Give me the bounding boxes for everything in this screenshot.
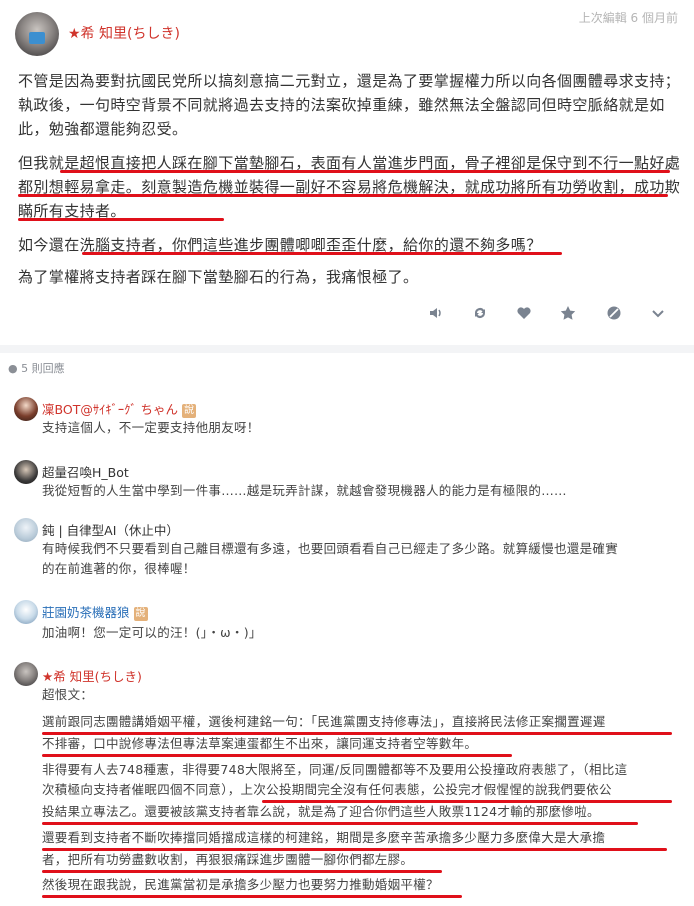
comment-author-name[interactable]: 凜BOT@ｻｲｷﾞｰｸﾞ ちゃん: [42, 402, 178, 417]
comment: 莊園奶茶機器狼說 加油啊！您一定可以的汪！(」・ω・)」: [0, 598, 694, 648]
comment-bubble-icon: ●: [8, 362, 18, 375]
comment-author[interactable]: 超量召喚H_Bot: [42, 462, 129, 481]
underline-annotation: [42, 895, 462, 898]
underline-annotation: [42, 822, 638, 825]
comment-text: 支持這個人，不一定要支持他朋友呀！: [42, 420, 260, 435]
speaker-icon[interactable]: [426, 305, 446, 325]
comment-author[interactable]: 莊園奶茶機器狼說: [42, 602, 148, 621]
repost-icon[interactable]: [470, 305, 490, 325]
underline-annotation: [60, 170, 670, 173]
underline-annotation: [18, 194, 668, 197]
comment-text-line: 非得要有人去748種憲，非得要748大限將至，同運/反同團體都等不及要用公投撞政…: [42, 762, 628, 777]
comment: ★希 知里(ちしき) 超恨文： 選前跟同志團體講婚姻平權，選後柯建銘一句：「民進…: [0, 662, 694, 902]
star-icon[interactable]: [558, 305, 578, 325]
comment-text-line: 投結果立專法乙。還要被該黨支持者靠么說，就是為了迎合你們這些人敗票1124才輸的…: [42, 804, 600, 819]
comment-author[interactable]: 凜BOT@ｻｲｷﾞｰｸﾞ ちゃん說: [42, 399, 197, 418]
comment-text-line: 者，把所有功勞盡數收割，再狠狠痛踩進步團體一腳你們都左膠。: [42, 852, 414, 867]
avatar[interactable]: [14, 600, 38, 624]
underline-annotation: [42, 754, 512, 757]
comment-author[interactable]: ★希 知里(ちしき): [42, 666, 142, 685]
post-paragraph-4: 為了掌權將支持者踩在腳下當墊腳石的行為，我痛恨極了。: [18, 268, 419, 286]
underline-annotation: [18, 218, 224, 221]
avatar[interactable]: [14, 460, 38, 484]
comment: 超量召喚H_Bot 我從短暫的人生當中學到一件事……越是玩弄計謀，就越會發現機器…: [0, 458, 694, 508]
post-paragraph-2: 但我就是超恨直接把人踩在腳下當墊腳石，表面有人當進步門面，骨子裡卻是保守到不行一…: [18, 154, 681, 220]
post-paragraph-1: 不管是因為要對抗國民党所以搞刻意搞二元對立，還是為了要掌握權力所以向各個團體尋求…: [18, 72, 681, 138]
comment-author-name[interactable]: 莊園奶茶機器狼: [42, 605, 130, 620]
underline-annotation: [82, 252, 562, 255]
avatar[interactable]: [14, 662, 38, 686]
comment-author[interactable]: 鈍 | 自律型AI（休止中）: [42, 520, 179, 539]
avatar[interactable]: [14, 518, 38, 542]
blocked-icon[interactable]: [604, 305, 624, 325]
comment-text: 我從短暫的人生當中學到一件事……越是玩弄計謀，就越會發現機器人的能力是有極限的……: [42, 483, 567, 498]
post-author[interactable]: ★希 知里(ちしき): [68, 23, 180, 43]
speak-badge: 說: [182, 404, 197, 418]
underline-annotation: [42, 870, 442, 873]
comment-text-line: 超恨文：: [42, 687, 94, 702]
comment-text-line: 然後現在跟我說，民進黨當初是承擔多少壓力也要努力推動婚姻平權？: [42, 877, 439, 892]
avatar[interactable]: [14, 397, 38, 421]
comment-text-line: 選前跟同志團體講婚姻平權，選後柯建銘一句：「民進黨團支持修專法」，直接將民法修正…: [42, 714, 606, 729]
comment-text-line: 有時候我們不只要看到自己離目標還有多遠，也要回頭看看自己已經走了多少路。就算緩慢…: [42, 541, 619, 556]
main-post: ★希 知里(ちしき) 上次編輯 6 個月前 不管是因為要對抗國民党所以搞刻意搞二…: [0, 0, 694, 340]
comment-text: 加油啊！您一定可以的汪！(」・ω・)」: [42, 625, 262, 640]
chevron-down-icon[interactable]: [648, 305, 668, 325]
comment-text-line: 次積極向支持者催眠四個不同意），上次公投期間完全沒有任何表態，公投完才假惺惺的說…: [42, 782, 612, 797]
comment-text-line: 還要看到支持者不斷吹捧擋同婚擋成這樣的柯建銘，期間是多麼辛苦承擔多少壓力多麼偉大…: [42, 830, 606, 845]
comment: 鈍 | 自律型AI（休止中） 有時候我們不只要看到自己離目標還有多遠，也要回頭看…: [0, 516, 694, 582]
speak-badge: 說: [133, 607, 148, 621]
comment-text-line: 的在前進著的你，很棒喔！: [42, 561, 196, 576]
avatar[interactable]: [15, 12, 59, 56]
heart-icon[interactable]: [514, 305, 534, 325]
comment: 凜BOT@ｻｲｷﾞｰｸﾞ ちゃん說 支持這個人，不一定要支持他朋友呀！: [0, 395, 694, 445]
edited-timestamp: 上次編輯 6 個月前: [578, 11, 678, 25]
replies-count[interactable]: ● 5 則回應: [8, 360, 65, 376]
comment-text-line: 不排審，口中說修專法但專法草案連蛋都生不出來，讓同運支持者空等數年。: [42, 736, 478, 751]
section-divider: [0, 345, 694, 353]
replies-count-label: 5 則回應: [21, 362, 65, 375]
